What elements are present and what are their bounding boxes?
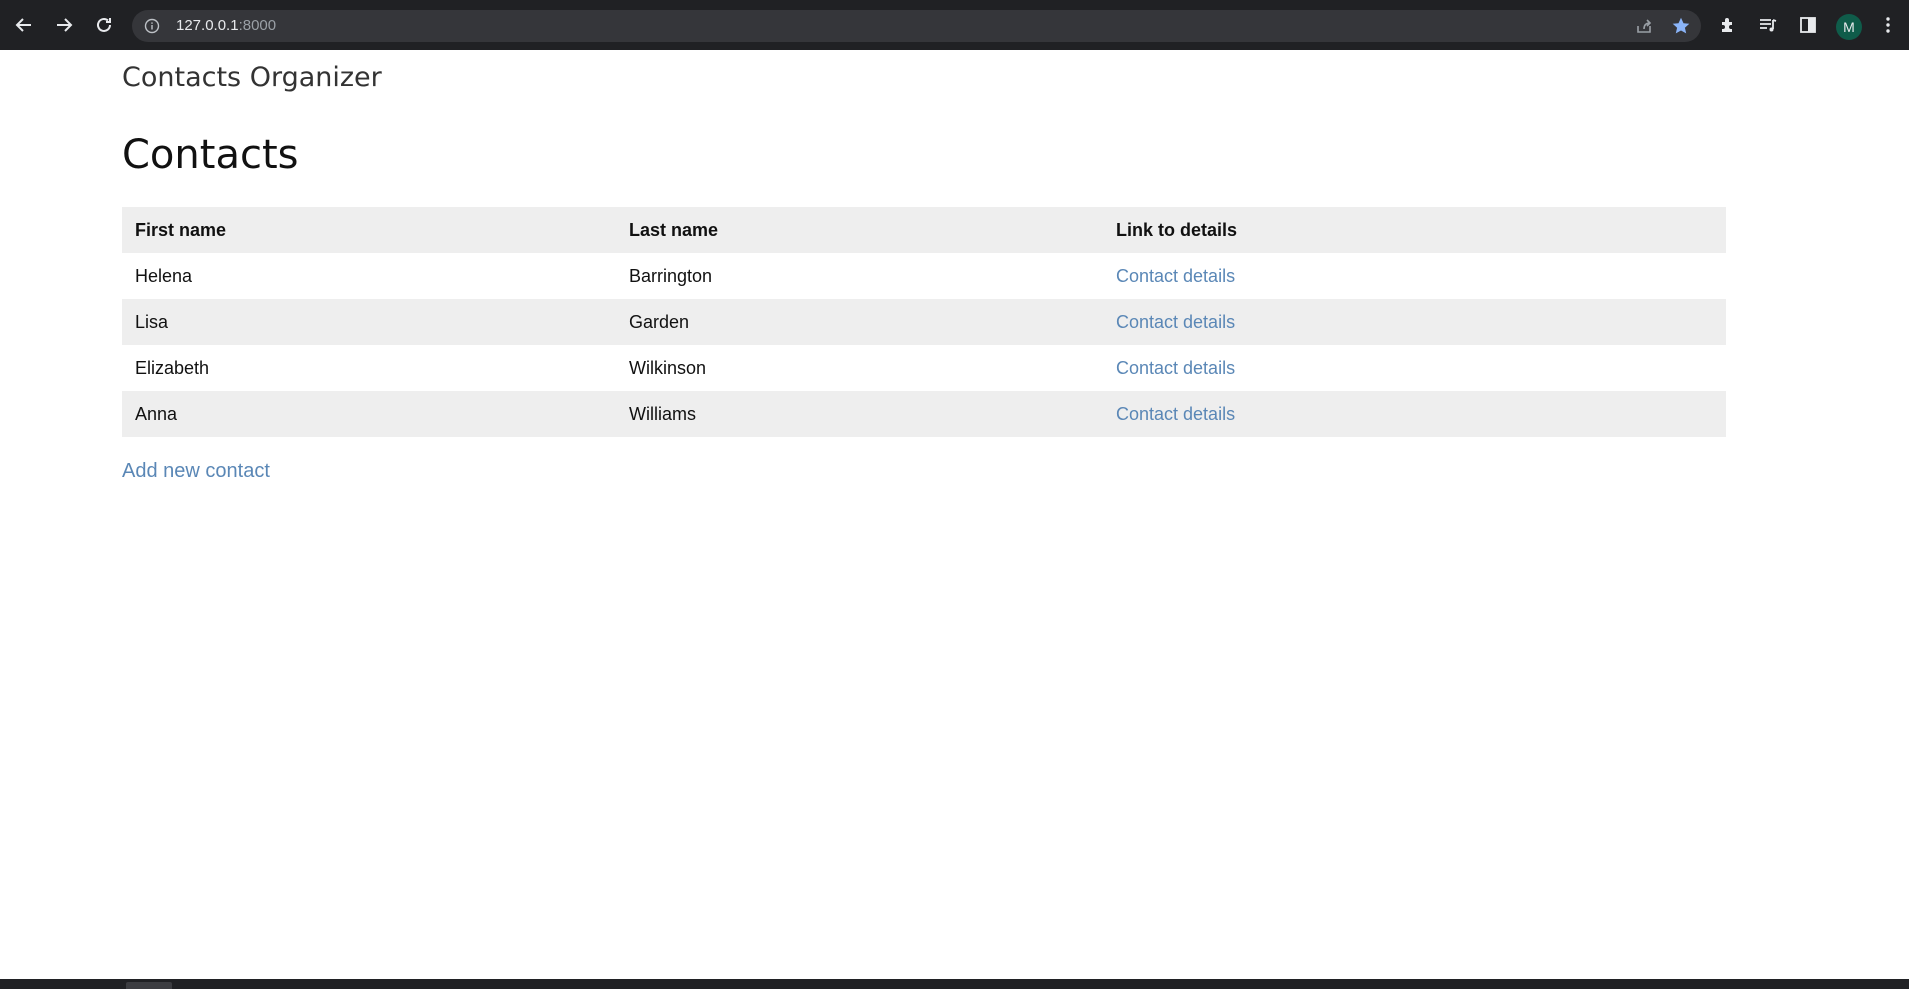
- forward-button[interactable]: [44, 5, 84, 45]
- table-row: Lisa Garden Contact details: [122, 299, 1726, 345]
- share-icon[interactable]: [1635, 17, 1653, 35]
- column-header-last-name: Last name: [616, 207, 1103, 253]
- link-cell: Contact details: [1103, 345, 1726, 391]
- contact-details-link[interactable]: Contact details: [1116, 266, 1235, 286]
- table-row: Helena Barrington Contact details: [122, 253, 1726, 299]
- site-brand[interactable]: Contacts Organizer: [122, 62, 382, 93]
- side-panel-button[interactable]: [1788, 5, 1828, 45]
- first-name-cell: Elizabeth: [122, 345, 616, 391]
- extensions-icon: [1722, 18, 1732, 32]
- media-button[interactable]: [1748, 5, 1788, 45]
- page-title: Contacts: [122, 132, 299, 178]
- table-header-row: First name Last name Link to details: [122, 207, 1726, 253]
- star-icon[interactable]: [1671, 16, 1691, 36]
- table-row: Anna Williams Contact details: [122, 391, 1726, 437]
- url-host: 127.0.0.1: [176, 17, 239, 34]
- contact-details-link[interactable]: Contact details: [1116, 312, 1235, 332]
- column-header-link: Link to details: [1103, 207, 1726, 253]
- menu-button[interactable]: [1868, 5, 1908, 45]
- link-cell: Contact details: [1103, 391, 1726, 437]
- reload-button[interactable]: [84, 5, 124, 45]
- last-name-cell: Garden: [616, 299, 1103, 345]
- url-port: :8000: [238, 17, 277, 34]
- profile-initial: M: [1843, 19, 1855, 35]
- profile-avatar[interactable]: M: [1836, 14, 1862, 40]
- contact-details-link[interactable]: Contact details: [1116, 404, 1235, 424]
- contacts-table: First name Last name Link to details Hel…: [122, 207, 1726, 437]
- taskbar: [0, 979, 1909, 989]
- link-cell: Contact details: [1103, 253, 1726, 299]
- reload-icon: [97, 17, 111, 32]
- last-name-cell: Barrington: [616, 253, 1103, 299]
- first-name-cell: Lisa: [122, 299, 616, 345]
- table-row: Elizabeth Wilkinson Contact details: [122, 345, 1726, 391]
- side-panel-icon: [1800, 17, 1816, 33]
- browser-toolbar: 127.0.0.1:8000 M: [0, 0, 1909, 50]
- media-icon: [1760, 19, 1777, 32]
- page-content: Contacts Organizer Contacts First name L…: [0, 50, 1909, 979]
- back-button[interactable]: [4, 5, 44, 45]
- link-cell: Contact details: [1103, 299, 1726, 345]
- column-header-first-name: First name: [122, 207, 616, 253]
- url-text[interactable]: 127.0.0.1:8000: [176, 17, 276, 34]
- address-bar[interactable]: 127.0.0.1:8000: [132, 10, 1701, 42]
- taskbar-item[interactable]: [126, 982, 172, 989]
- contact-details-link[interactable]: Contact details: [1116, 358, 1235, 378]
- last-name-cell: Wilkinson: [616, 345, 1103, 391]
- forward-icon: [57, 18, 73, 32]
- info-icon[interactable]: [144, 18, 160, 34]
- last-name-cell: Williams: [616, 391, 1103, 437]
- first-name-cell: Helena: [122, 253, 616, 299]
- menu-icon: [1886, 17, 1890, 33]
- add-new-contact-link[interactable]: Add new contact: [122, 460, 270, 483]
- back-icon: [15, 18, 31, 32]
- first-name-cell: Anna: [122, 391, 616, 437]
- extensions-button[interactable]: [1708, 5, 1748, 45]
